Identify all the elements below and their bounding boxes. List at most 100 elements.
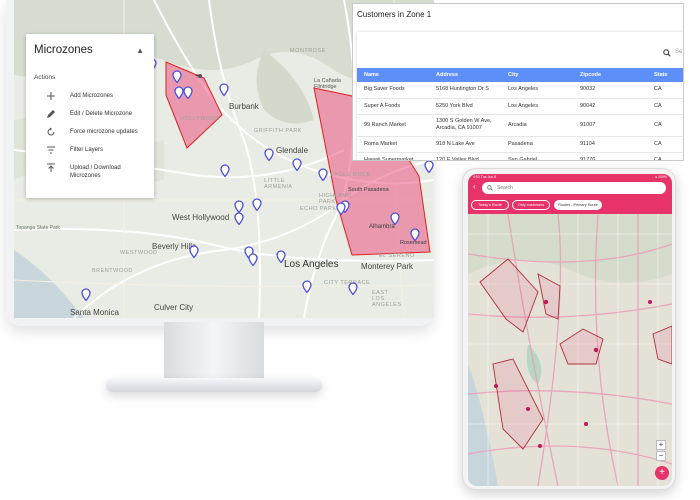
map-pin-icon[interactable]	[252, 198, 262, 211]
customers-table-card: Se Name Address City Zipcode State Big S…	[357, 32, 683, 160]
customers-dialog: Customers in Zone 1 Se Name Address City…	[352, 3, 684, 161]
map-label-glendale: Glendale	[276, 146, 309, 155]
monitor-stand-neck	[164, 322, 264, 380]
back-arrow-icon[interactable]: ‹	[473, 182, 476, 191]
map-pin-icon[interactable]	[276, 250, 286, 263]
column-header-state[interactable]: State	[647, 68, 683, 82]
status-bar-time: 4:52 Tue Jun 8	[473, 175, 497, 179]
tablet-map-background	[468, 213, 672, 486]
refresh-icon	[47, 127, 55, 136]
table-row[interactable]: Super A Foods 5250 York Blvd Los Angeles…	[357, 98, 683, 115]
map-pin-icon[interactable]	[336, 202, 346, 215]
cell-zipcode: 91776	[573, 152, 647, 160]
add-microzones-label: Add Microzones	[70, 93, 114, 99]
cell-city: Pasadena	[501, 136, 573, 153]
force-updates-button[interactable]: Force microzone updates	[26, 127, 154, 141]
column-header-city[interactable]: City	[501, 68, 573, 82]
column-header-address[interactable]: Address	[429, 68, 501, 82]
cell-zipcode: 91104	[573, 136, 647, 153]
map-pin-icon[interactable]	[81, 288, 91, 301]
filter-layers-label: Filter Layers	[70, 147, 104, 153]
map-pin-icon[interactable]	[292, 158, 302, 171]
chip-primary-route[interactable]: Routes - Primary Route	[554, 200, 602, 210]
map-label-topanga: Topanga State Park	[16, 225, 60, 231]
cell-city: Los Angeles	[501, 98, 573, 115]
upload-download-label: Upload / Download Microzones	[70, 165, 121, 179]
zoom-in-button[interactable]: +	[656, 440, 666, 450]
search-icon[interactable]	[663, 49, 671, 57]
map-pin-icon[interactable]	[302, 280, 312, 293]
map-pin-icon[interactable]	[264, 148, 274, 161]
table-row[interactable]: Roma Market 918 N Lake Ave Pasadena 9110…	[357, 136, 683, 153]
tablet-search-input[interactable]: Search	[482, 182, 666, 194]
map-pin-icon[interactable]	[189, 245, 199, 258]
table-row[interactable]: 99 Ranch Market 1300 S Golden W Ave, Arc…	[357, 114, 683, 137]
cell-state: CA	[647, 98, 683, 115]
tablet-search-placeholder: Search	[497, 185, 513, 191]
table-row[interactable]: Hawaii Supermarket 120 E Valley Blvd San…	[357, 152, 683, 160]
upload-download-button[interactable]: Upload / Download Microzones	[26, 163, 154, 185]
map-pin-icon[interactable]	[424, 160, 434, 173]
tablet-screen: 4:52 Tue Jun 8 ● 100% ‹ Search Today's R…	[468, 174, 672, 486]
map-pin-icon[interactable]	[410, 228, 420, 241]
cell-state: CA	[647, 114, 683, 137]
cell-state: CA	[647, 152, 683, 160]
cell-zipcode: 90042	[573, 98, 647, 115]
map-label-echo-park: ECHO PARK	[300, 206, 337, 212]
svg-text:+: +	[195, 73, 199, 80]
edit-delete-microzone-button[interactable]: Edit / Delete Microzone	[26, 109, 154, 123]
cell-name: Big Saver Foods	[357, 82, 429, 99]
map-label-montrose: MONTROSE	[290, 48, 326, 54]
tablet-device: 4:52 Tue Jun 8 ● 100% ‹ Search Today's R…	[462, 168, 676, 490]
table-row[interactable]: Big Saver Foods 5168 Huntington Dr S Los…	[357, 82, 683, 99]
map-label-westwood: WESTWOOD	[120, 250, 158, 256]
map-pin-icon[interactable]	[172, 70, 182, 83]
map-label-santa-monica: Santa Monica	[70, 308, 119, 317]
map-pin-icon[interactable]	[219, 83, 229, 96]
column-header-name[interactable]: Name	[357, 68, 429, 82]
map-pin-icon[interactable]	[318, 168, 328, 181]
cell-name: Hawaii Supermarket	[357, 152, 429, 160]
upload-icon	[47, 163, 55, 172]
table-search-input[interactable]: Se	[675, 49, 682, 55]
chip-only-customers[interactable]: Only customers	[512, 200, 550, 210]
table-header-row: Name Address City Zipcode State	[357, 68, 683, 82]
cell-address: 1300 S Golden W Ave, Arcadia, CA 91007	[429, 114, 501, 137]
cell-city: Arcadia	[501, 114, 573, 137]
map-pin-icon[interactable]	[183, 86, 193, 99]
panel-title: Microzones	[34, 44, 93, 56]
pencil-icon	[47, 110, 55, 118]
add-microzones-button[interactable]: Add Microzones	[26, 91, 154, 105]
cell-zipcode: 90032	[573, 82, 647, 99]
tablet-map-view[interactable]	[468, 213, 672, 486]
filter-layers-button[interactable]: Filter Layers	[26, 145, 154, 159]
map-label-south-pasadena: South Pasadena	[348, 187, 389, 193]
map-pin-icon[interactable]	[220, 164, 230, 177]
map-label-east-la: EAST LOS ANGELES	[372, 290, 402, 308]
column-header-zipcode[interactable]: Zipcode	[573, 68, 647, 82]
filter-icon	[47, 146, 55, 154]
zoom-out-button[interactable]: −	[656, 451, 666, 461]
cell-name: 99 Ranch Market	[357, 114, 429, 137]
cell-address: 5168 Huntington Dr S	[429, 82, 501, 99]
map-label-burbank: Burbank	[229, 102, 259, 111]
dialog-title: Customers in Zone 1	[357, 10, 432, 19]
map-pin-icon[interactable]	[390, 212, 400, 225]
map-pin-icon[interactable]	[348, 282, 358, 295]
edit-delete-label: Edit / Delete Microzone	[70, 111, 133, 117]
cell-city: San Gabriel	[501, 152, 573, 160]
map-label-monterey-park: Monterey Park	[361, 262, 414, 271]
map-pin-icon[interactable]	[248, 253, 258, 266]
chevron-up-icon[interactable]: ▲	[136, 46, 144, 55]
map-label-culver-city: Culver City	[154, 303, 194, 312]
add-fab-button[interactable]: +	[655, 466, 669, 480]
map-label-la-canada: La Cañada Flintridge	[314, 78, 341, 90]
cell-city: Los Angeles	[501, 82, 573, 99]
force-updates-label: Force microzone updates	[70, 129, 138, 135]
chip-todays-route[interactable]: Today's Route	[471, 200, 509, 210]
search-icon	[487, 185, 493, 191]
map-label-los-angeles: Los Angeles	[284, 259, 339, 270]
cell-address: 918 N Lake Ave	[429, 136, 501, 153]
map-label-griffith: GRIFFITH PARK	[254, 128, 302, 134]
map-pin-icon[interactable]	[234, 212, 244, 225]
